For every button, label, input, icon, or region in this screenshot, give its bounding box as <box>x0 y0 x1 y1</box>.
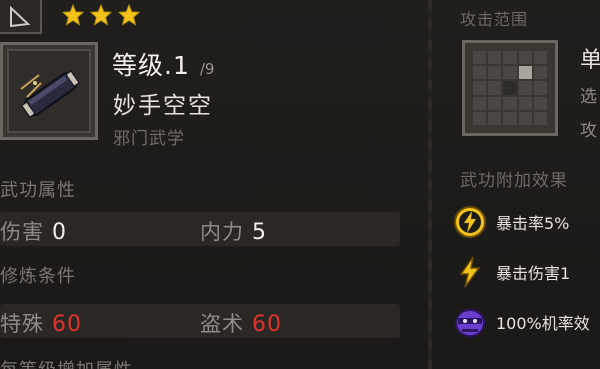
requirements-section-label: 修炼条件 <box>0 266 76 287</box>
req-value: 60 <box>52 312 82 337</box>
effect-text: 暴击率5% <box>496 214 570 233</box>
per-level-section-label: 每等级增加属性 <box>0 356 133 369</box>
skill-icon-frame[interactable] <box>0 42 98 140</box>
lightning-icon <box>459 256 481 288</box>
flag-icon <box>10 6 31 28</box>
effect-text: 暴击伤害1 <box>496 264 571 283</box>
range-target-cell <box>518 66 532 80</box>
star-icon <box>62 4 84 26</box>
req-label: 盗术 <box>200 312 244 336</box>
attr-label: 伤害 <box>0 220 44 244</box>
req-label: 特殊 <box>0 312 44 336</box>
attributes-section-label: 武功属性 <box>0 180 76 201</box>
lightning-badge-icon <box>454 206 486 238</box>
skill-type: 邪门武学 <box>113 129 185 149</box>
effects-section-label: 武功附加效果 <box>460 171 568 191</box>
range-origin-cell <box>503 81 517 95</box>
attack-range-grid-frame <box>462 40 558 136</box>
skill-detail-panel: 等级.1 /9 妙手空空 邪门武学 武功属性 伤害 0 内力 5 修炼条件 特殊… <box>0 0 600 369</box>
skill-level-max: /9 <box>199 60 215 78</box>
attr-value: 0 <box>52 220 67 245</box>
effect-crit-damage: 暴击伤害1 <box>452 254 570 290</box>
attack-range-label: 攻击范围 <box>460 10 529 29</box>
attack-range-grid <box>473 51 547 125</box>
scroll-icon <box>20 70 80 118</box>
attr-label: 内力 <box>200 220 244 244</box>
effect-chance: 100%机率效 <box>452 304 590 340</box>
req-thievery: 盗术 60 <box>200 308 282 338</box>
effect-text: 100%机率效 <box>496 314 590 333</box>
attr-damage: 伤害 0 <box>0 216 67 246</box>
skill-level: 等级.1 <box>112 51 190 80</box>
range-attack-text: 攻 <box>580 121 597 141</box>
thief-mask-icon <box>455 309 485 337</box>
star-icon <box>118 4 140 26</box>
range-select-text: 选 <box>580 87 597 107</box>
star-icon <box>90 4 112 26</box>
star-rating <box>62 4 140 26</box>
attr-internal-force: 内力 5 <box>200 216 267 246</box>
range-type-text: 单 <box>580 48 600 73</box>
back-tab[interactable] <box>0 0 42 34</box>
panel-divider <box>428 0 432 369</box>
attr-value: 5 <box>252 220 267 245</box>
effect-crit-rate: 暴击率5% <box>452 204 569 240</box>
req-special: 特殊 60 <box>0 308 82 338</box>
skill-name: 妙手空空 <box>113 93 213 119</box>
skill-level-row: 等级.1 /9 <box>112 46 214 82</box>
req-value: 60 <box>252 312 282 337</box>
